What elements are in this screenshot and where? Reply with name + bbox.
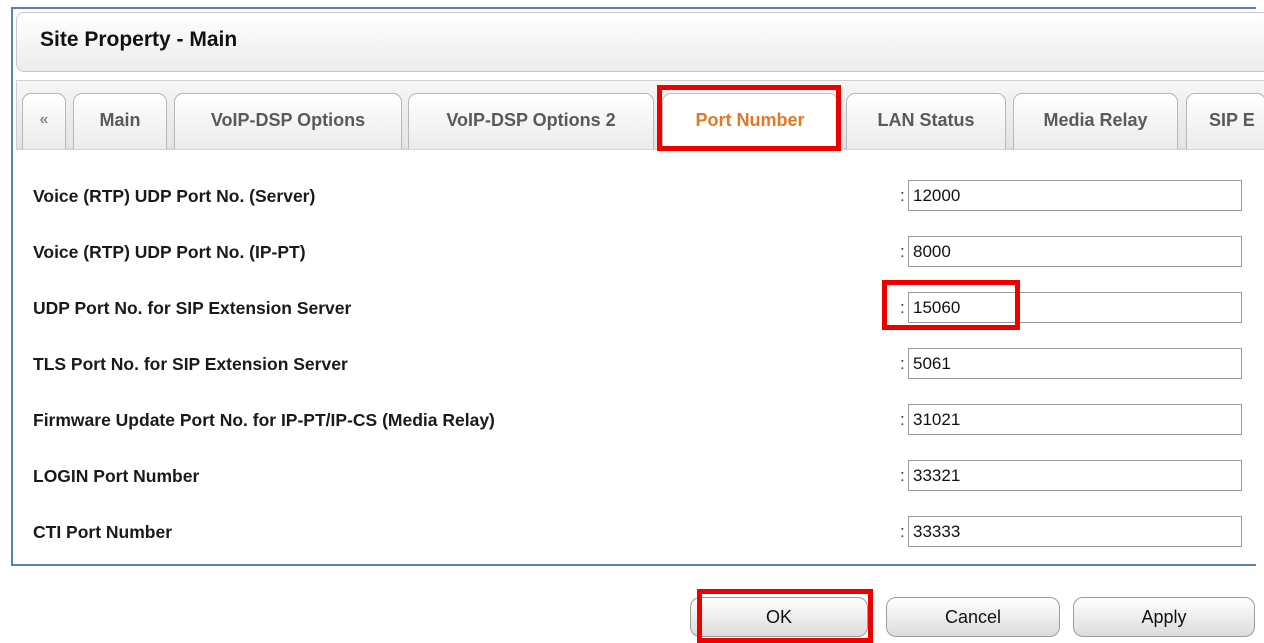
- field-label-rtp-ip-pt: Voice (RTP) UDP Port No. (IP-PT): [33, 242, 306, 262]
- cti-port-input[interactable]: [908, 516, 1242, 547]
- field-label-udp-sip-ext: UDP Port No. for SIP Extension Server: [33, 298, 352, 318]
- tls-sip-ext-port-input[interactable]: [908, 348, 1242, 379]
- udp-sip-ext-port-input[interactable]: [908, 292, 1242, 323]
- dialog-title: Site Property - Main: [40, 28, 238, 51]
- field-label-firmware-update: Firmware Update Port No. for IP-PT/IP-CS…: [33, 410, 495, 430]
- field-separator: :: [900, 298, 905, 317]
- field-separator: :: [900, 522, 905, 541]
- tab-main[interactable]: Main: [73, 93, 167, 149]
- field-label-tls-sip-ext: TLS Port No. for SIP Extension Server: [33, 354, 348, 374]
- cancel-button[interactable]: Cancel: [886, 597, 1060, 637]
- tab-port-number[interactable]: Port Number: [662, 93, 838, 149]
- rtp-server-port-input[interactable]: [908, 180, 1242, 211]
- field-label-cti-port: CTI Port Number: [33, 522, 173, 542]
- field-separator: :: [900, 242, 905, 261]
- login-port-input[interactable]: [908, 460, 1242, 491]
- tab-media-relay[interactable]: Media Relay: [1013, 93, 1178, 149]
- tab-sip-extension[interactable]: SIP E: [1186, 93, 1264, 149]
- field-separator: :: [900, 410, 905, 429]
- field-separator: :: [900, 186, 905, 205]
- ok-button[interactable]: OK: [690, 597, 868, 637]
- field-label-rtp-server: Voice (RTP) UDP Port No. (Server): [33, 186, 316, 206]
- tab-voip-dsp-options-2[interactable]: VoIP-DSP Options 2: [408, 93, 654, 149]
- field-separator: :: [900, 354, 905, 373]
- firmware-update-port-input[interactable]: [908, 404, 1242, 435]
- apply-button[interactable]: Apply: [1073, 597, 1255, 637]
- tab-lan-status[interactable]: LAN Status: [846, 93, 1006, 149]
- field-separator: :: [900, 466, 905, 485]
- rtp-ip-pt-port-input[interactable]: [908, 236, 1242, 267]
- tab-voip-dsp-options[interactable]: VoIP-DSP Options: [174, 93, 402, 149]
- tab-scroll-left-icon[interactable]: «: [22, 93, 66, 149]
- field-label-login-port: LOGIN Port Number: [33, 466, 200, 486]
